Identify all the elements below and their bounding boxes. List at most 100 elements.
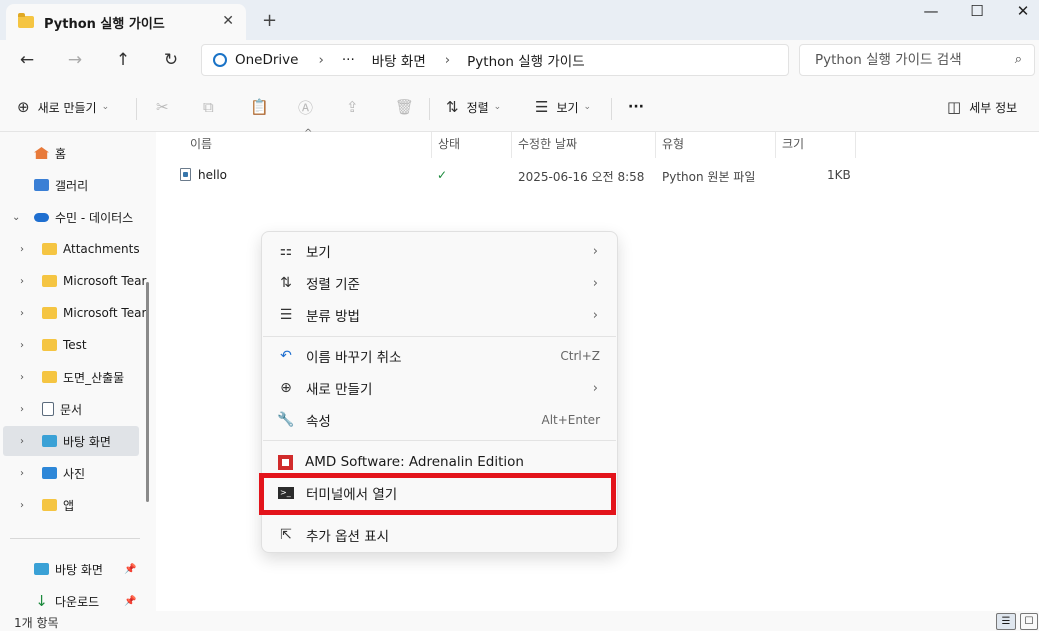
sidebar-item-label: 문서	[60, 402, 83, 417]
sidebar-item-microsoft-teams-1[interactable]: › Microsoft Tear	[0, 266, 150, 296]
chevron-right-icon: ›	[592, 307, 598, 323]
sort-button[interactable]: ⇅ 정렬 ⌄	[446, 96, 501, 118]
delete-button[interactable]: 🗑	[395, 96, 422, 118]
breadcrumb-current-folder[interactable]: Python 실행 가이드	[467, 50, 584, 70]
minimize-button[interactable]: —	[908, 2, 954, 28]
details-pane-button[interactable]: ◫ 세부 정보	[947, 96, 1017, 118]
chevron-down-icon: ⌄	[493, 102, 502, 112]
tiles-view-button[interactable]: ☐	[1020, 613, 1038, 630]
breadcrumb-separator[interactable]: ›	[445, 52, 450, 68]
menu-divider	[263, 440, 616, 441]
address-bar[interactable]: OneDrive › ··· 바탕 화면 › Python 실행 가이드	[201, 44, 789, 76]
sidebar-item-label: 홈	[55, 146, 67, 161]
menu-item-group-by[interactable]: ☰ 분류 방법 ›	[266, 299, 614, 331]
details-view-button[interactable]: ☰	[996, 613, 1016, 630]
menu-item-sort-by[interactable]: ⇅ 정렬 기준 ›	[266, 267, 614, 299]
more-options-button[interactable]: ···	[628, 96, 644, 118]
toolbar-divider	[429, 98, 430, 120]
sidebar-item-apps[interactable]: › 앱	[0, 490, 150, 520]
sidebar-scrollbar[interactable]	[146, 282, 149, 502]
menu-item-undo-rename[interactable]: ↶ 이름 바꾸기 취소 Ctrl+Z	[266, 340, 614, 372]
sidebar-item-label: Microsoft Tear	[63, 274, 147, 288]
menu-item-label: AMD Software: Adrenalin Edition	[305, 454, 524, 470]
menu-item-view[interactable]: ⚏ 보기 ›	[266, 235, 614, 267]
wrench-icon: 🔧	[277, 412, 295, 428]
cut-button[interactable]: ✂	[156, 96, 177, 118]
column-header-modified[interactable]: 수정한 날짜	[512, 132, 656, 158]
chevron-right-icon[interactable]: ›	[20, 468, 24, 479]
onedrive-icon	[213, 53, 227, 67]
folder-icon	[42, 307, 57, 319]
column-header-status[interactable]: 상태	[432, 132, 512, 158]
breadcrumb-onedrive[interactable]: OneDrive	[235, 52, 298, 68]
rename-icon: Ⓐ	[298, 98, 314, 117]
share-icon: ⇪	[346, 98, 359, 116]
refresh-button[interactable]: ↻	[159, 48, 183, 72]
title-bar: Python 실행 가이드 ✕ + — ☐ ✕	[0, 0, 1039, 40]
menu-item-properties[interactable]: 🔧 속성 Alt+Enter	[266, 404, 614, 436]
new-tab-button[interactable]: +	[262, 10, 277, 31]
sidebar-item-gallery[interactable]: 갤러리	[0, 170, 150, 200]
up-button[interactable]: ↑	[111, 48, 135, 72]
pin-icon[interactable]: 📌	[124, 564, 136, 575]
tab-close-button[interactable]: ✕	[222, 13, 234, 29]
sidebar-item-pictures[interactable]: › 사진	[0, 458, 150, 488]
chevron-right-icon[interactable]: ›	[20, 372, 24, 383]
close-window-button[interactable]: ✕	[1000, 2, 1039, 28]
sidebar-item-home[interactable]: 홈	[0, 138, 150, 168]
breadcrumb-desktop[interactable]: 바탕 화면	[372, 50, 426, 70]
column-header-size[interactable]: 크기	[776, 132, 856, 158]
forward-button[interactable]: →	[63, 48, 87, 72]
copy-button[interactable]: ⧉	[203, 96, 222, 118]
menu-item-new[interactable]: ⊕ 새로 만들기 ›	[266, 372, 614, 404]
sidebar-item-desktop[interactable]: › 바탕 화면	[3, 426, 139, 456]
chevron-down-icon[interactable]: ⌄	[12, 212, 20, 223]
sidebar-item-documents[interactable]: › 문서	[0, 394, 150, 424]
table-row[interactable]: hello ✓ 2025-06-16 오전 8:58 Python 원본 파일 …	[156, 164, 1039, 188]
chevron-down-icon: ⌄	[101, 102, 110, 112]
paste-icon: 📋	[250, 98, 269, 116]
view-button[interactable]: ☰ 보기 ⌄	[535, 96, 591, 118]
menu-divider	[263, 336, 616, 337]
paste-button[interactable]: 📋	[250, 96, 277, 118]
folder-icon	[42, 243, 57, 255]
new-button[interactable]: ⊕ 새로 만들기 ⌄	[17, 96, 109, 118]
file-size: 1KB	[827, 168, 851, 182]
sidebar-item-microsoft-teams-2[interactable]: › Microsoft Tear	[0, 298, 150, 328]
cut-icon: ✂	[156, 98, 169, 116]
chevron-right-icon[interactable]: ›	[20, 404, 24, 415]
group-list-icon: ☰	[279, 307, 293, 323]
search-input[interactable]: Python 실행 가이드 검색 ⌕	[799, 44, 1035, 76]
item-count: 1개 항목	[14, 616, 59, 630]
sidebar-item-test[interactable]: › Test	[0, 330, 150, 360]
chevron-right-icon[interactable]: ›	[20, 340, 24, 351]
breadcrumb-separator[interactable]: ›	[318, 52, 323, 68]
chevron-right-icon[interactable]: ›	[20, 308, 24, 319]
column-header-type[interactable]: 유형	[656, 132, 776, 158]
document-icon	[42, 402, 54, 416]
breadcrumb-overflow[interactable]: ···	[342, 52, 355, 68]
download-icon: ↓	[35, 592, 48, 610]
undo-icon: ↶	[280, 348, 292, 364]
chevron-right-icon[interactable]: ›	[20, 276, 24, 287]
chevron-right-icon[interactable]: ›	[20, 244, 24, 255]
sidebar-pinned-desktop[interactable]: 바탕 화면 📌	[0, 554, 150, 584]
sidebar-item-drawings[interactable]: › 도면_산출물	[0, 362, 150, 392]
sidebar-item-label: 바탕 화면	[55, 562, 103, 577]
sidebar-item-onedrive[interactable]: ⌄ 수민 - 데이터스	[0, 202, 150, 232]
back-button[interactable]: ←	[15, 48, 39, 72]
chevron-right-icon[interactable]: ›	[20, 436, 24, 447]
pin-icon[interactable]: 📌	[124, 596, 136, 607]
menu-item-show-more-options[interactable]: ⇱ 추가 옵션 표시	[266, 519, 614, 551]
chevron-right-icon[interactable]: ›	[20, 500, 24, 511]
share-button[interactable]: ⇪	[346, 96, 367, 118]
tab-python-guide[interactable]: Python 실행 가이드 ✕	[6, 4, 246, 40]
sidebar-item-label: 사진	[63, 466, 86, 481]
file-modified: 2025-06-16 오전 8:58	[518, 170, 645, 184]
rename-button[interactable]: Ⓐ	[298, 96, 321, 118]
sidebar-item-attachments[interactable]: › Attachments	[0, 234, 150, 264]
amd-logo-icon	[278, 454, 293, 470]
file-name-cell[interactable]: hello	[180, 168, 227, 182]
column-header-name[interactable]: 이름	[184, 132, 432, 158]
maximize-button[interactable]: ☐	[954, 2, 1000, 28]
